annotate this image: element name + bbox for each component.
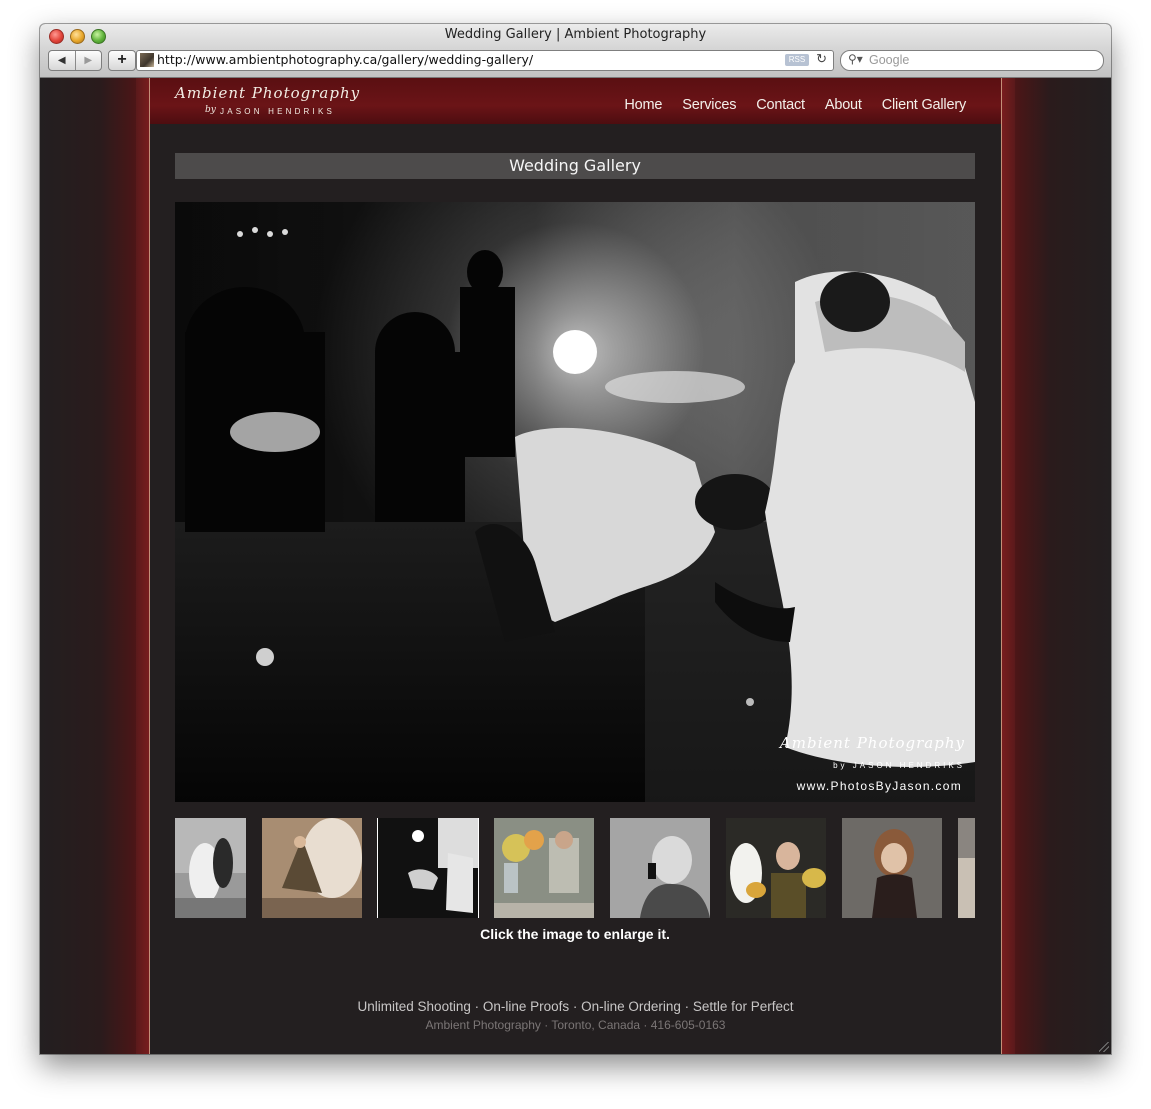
- search-placeholder: Google: [869, 53, 910, 67]
- thumbnail-flower-girl[interactable]: [842, 818, 942, 918]
- window-resize-handle[interactable]: [1099, 1042, 1109, 1052]
- nav-about[interactable]: About: [825, 97, 862, 113]
- thumbnail-strip: [175, 818, 975, 918]
- url-text[interactable]: http://www.ambientphotography.ca/gallery…: [157, 52, 533, 67]
- thumbnail-man-microphone[interactable]: [610, 818, 710, 918]
- page-title: Wedding Gallery: [175, 153, 975, 179]
- thumbnail-couple-kiss[interactable]: [175, 818, 246, 918]
- page-viewport: Ambient Photography by JASON HENDRIKS Ho…: [40, 78, 1111, 1054]
- right-glow: [1001, 78, 1111, 1054]
- thumbnail-garter-toss[interactable]: [377, 818, 479, 918]
- forward-arrow-icon[interactable]: ▶: [74, 51, 102, 70]
- history-buttons: ◀ ▶: [48, 50, 102, 71]
- rss-button[interactable]: RSS: [785, 54, 809, 66]
- title-bar: Wedding Gallery | Ambient Photography ◀ …: [40, 24, 1111, 78]
- logo-title: Ambient Photography: [175, 84, 361, 102]
- thumbnail-bridal-party[interactable]: [726, 818, 826, 918]
- nav-contact[interactable]: Contact: [756, 97, 805, 113]
- site-favicon-icon: [140, 53, 154, 67]
- nav-services[interactable]: Services: [682, 97, 736, 113]
- right-border: [1001, 78, 1002, 1054]
- site-header: Ambient Photography by JASON HENDRIKS Ho…: [150, 78, 1001, 124]
- browser-window: Wedding Gallery | Ambient Photography ◀ …: [40, 24, 1111, 1054]
- main-photo[interactable]: Ambient Photography by JASON HENDRIKS ww…: [175, 202, 975, 802]
- footer-contact: Ambient Photography · Toronto, Canada · …: [425, 1018, 726, 1032]
- reload-icon[interactable]: ↻: [816, 51, 827, 67]
- add-bookmark-button[interactable]: +: [108, 50, 136, 71]
- logo-photographer: JASON HENDRIKS: [220, 107, 336, 116]
- right-pillar: [1001, 78, 1015, 1054]
- site-logo[interactable]: Ambient Photography by JASON HENDRIKS: [175, 84, 375, 120]
- thumbnail-flowers-table[interactable]: [494, 818, 594, 918]
- nav-client-gallery[interactable]: Client Gallery: [882, 97, 966, 113]
- site-content: Ambient Photography by JASON HENDRIKS Ho…: [150, 78, 1001, 1054]
- back-arrow-icon[interactable]: ◀: [49, 51, 75, 70]
- photo-watermark-url: www.PhotosByJason.com: [796, 779, 962, 793]
- address-bar[interactable]: http://www.ambientphotography.ca/gallery…: [136, 50, 834, 71]
- thumbnail-bride-fan[interactable]: [262, 818, 362, 918]
- photo-watermark-title: Ambient Photography: [779, 734, 965, 752]
- main-nav: Home Services Contact About Client Galle…: [624, 97, 966, 113]
- search-icon[interactable]: ⚲▾: [848, 52, 863, 66]
- enlarge-hint: Click the image to enlarge it.: [480, 926, 670, 942]
- left-pillar: [136, 78, 150, 1054]
- search-field[interactable]: ⚲▾ Google: [840, 50, 1104, 71]
- left-glow: [40, 78, 150, 1054]
- thumbnail-partial-next[interactable]: [958, 818, 975, 918]
- nav-home[interactable]: Home: [624, 97, 662, 113]
- logo-by: by: [205, 105, 216, 115]
- window-title: Wedding Gallery | Ambient Photography: [444, 27, 707, 42]
- photo-watermark-name: by JASON HENDRIKS: [833, 761, 965, 770]
- footer-tagline: Unlimited Shooting · On-line Proofs · On…: [357, 999, 794, 1014]
- main-photo-image: [175, 202, 975, 802]
